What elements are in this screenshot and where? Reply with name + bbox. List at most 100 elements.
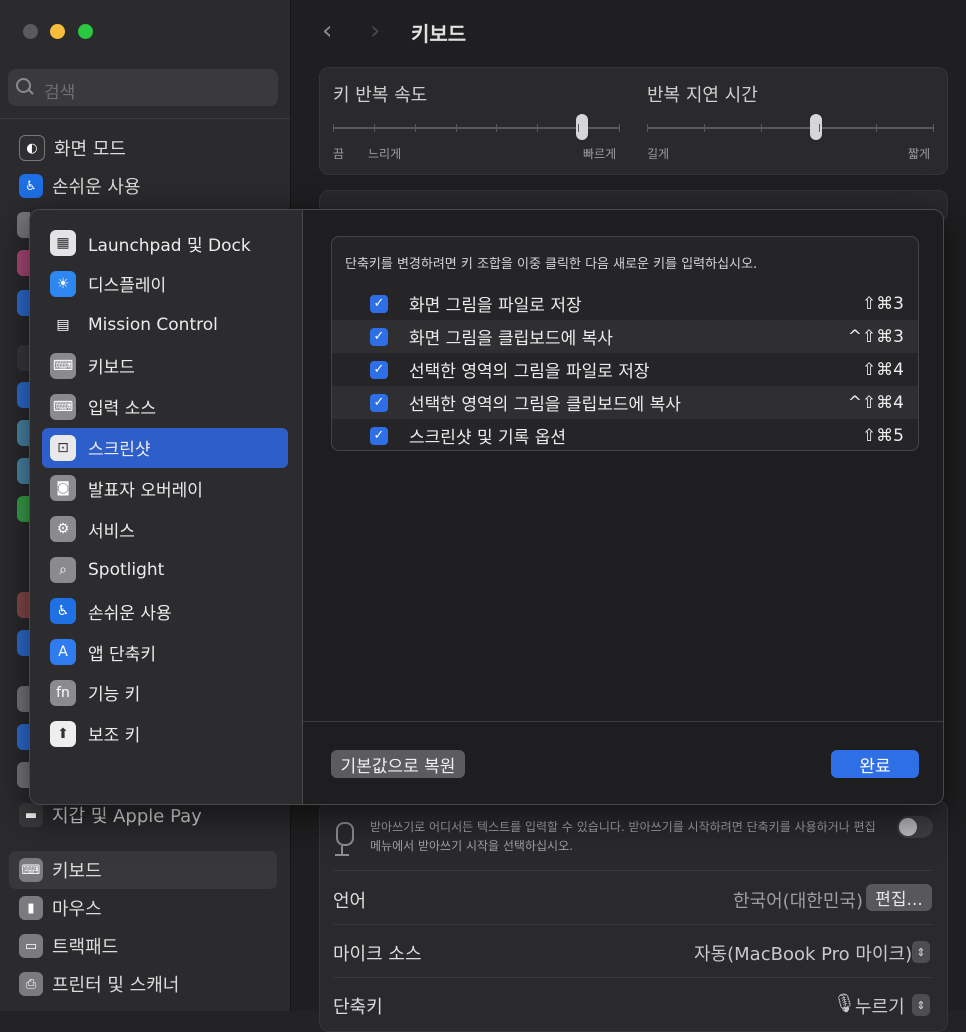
shortcuts-panel: 단축키를 변경하려면 키 조합을 이중 클릭한 다음 새로운 키를 입력하십시오… xyxy=(303,210,943,804)
category-item-accessibility[interactable]: ♿ 손쉬운 사용 xyxy=(42,591,288,631)
slider-tick xyxy=(537,124,539,132)
category-label: 발표자 오버레이 xyxy=(88,480,203,501)
dictation-shortcut-value[interactable]: 누르기 xyxy=(855,993,905,1019)
sidebar-divider xyxy=(0,118,290,119)
category-label: Launchpad 및 Dock xyxy=(88,235,251,256)
sidebar-item-label: 프린터 및 스캐너 xyxy=(52,975,180,996)
fn-icon: fn xyxy=(50,679,76,706)
shortcuts-hint: 단축키를 변경하려면 키 조합을 이중 클릭한 다음 새로운 키를 입력하십시오… xyxy=(345,257,758,272)
dictation-toggle[interactable] xyxy=(897,816,933,838)
sidebar-item-label: 손쉬운 사용 xyxy=(52,177,141,198)
shortcut-key-combo[interactable]: ⇧⌘3 xyxy=(862,294,904,314)
slider-label-slow: 느리게 xyxy=(368,147,402,161)
category-item-modifier-keys[interactable]: ⬆ 보조 키 xyxy=(42,714,288,754)
sidebar-item-mouse[interactable]: ▮ 마우스 xyxy=(19,895,102,921)
zoom-window-button[interactable] xyxy=(78,24,93,39)
slider-tick xyxy=(414,124,416,132)
category-label: 손쉬운 사용 xyxy=(88,603,172,624)
dictation-description: 받아쓰기로 어디서든 텍스트를 입력할 수 있습니다. 받아쓰기를 시작하려면 … xyxy=(370,820,876,853)
shortcut-key-combo[interactable]: ⇧⌘5 xyxy=(862,426,904,446)
minimize-window-button[interactable] xyxy=(50,24,65,39)
shortcut-key-combo[interactable]: ^⇧⌘3 xyxy=(848,327,904,347)
app-store-icon: A xyxy=(50,639,76,665)
slider-knob[interactable] xyxy=(809,114,822,140)
repeat-delay-title: 반복 지연 시간 xyxy=(647,85,758,106)
slider-tick xyxy=(875,124,877,132)
input-sources-icon: ⌨ xyxy=(50,393,76,420)
language-value: 한국어(대한민국) xyxy=(733,891,863,912)
back-button[interactable]: ‹ xyxy=(322,16,332,46)
services-icon: ⚙ xyxy=(50,516,76,543)
slider-tick xyxy=(619,124,620,132)
slider-tick xyxy=(647,124,648,132)
category-item-display[interactable]: ☀ 디스플레이 xyxy=(42,264,288,304)
shortcut-checkbox[interactable]: ✓ xyxy=(370,327,388,346)
shortcut-label: 스크린샷 및 기록 옵션 xyxy=(409,428,566,448)
display-icon: ☀ xyxy=(50,270,76,297)
shortcut-row[interactable]: ✓ 화면 그림을 파일로 저장 ⇧⌘3 xyxy=(332,287,918,320)
done-button[interactable]: 완료 xyxy=(831,750,919,778)
shortcut-label: 선택한 영역의 그림을 클립보드에 복사 xyxy=(409,395,681,415)
sidebar-item-accessibility[interactable]: ♿ 손쉬운 사용 xyxy=(19,173,141,199)
category-item-spotlight[interactable]: ⌕ Spotlight xyxy=(42,550,288,590)
edit-language-button[interactable]: 편집... xyxy=(866,884,932,911)
category-item-services[interactable]: ⚙ 서비스 xyxy=(42,509,288,549)
restore-defaults-button[interactable]: 기본값으로 복원 xyxy=(331,750,465,778)
launchpad-icon: ▦ xyxy=(50,230,76,256)
category-item-app-store[interactable]: A 앱 단축키 xyxy=(42,632,288,672)
shortcut-categories-list: ▦ Launchpad 및 Dock ☀ 디스플레이 ▤ Mission Control ⌨… xyxy=(30,210,303,804)
category-label: 입력 소스 xyxy=(88,399,156,420)
shortcut-checkbox[interactable]: ✓ xyxy=(370,360,388,379)
shortcut-row[interactable]: ✓ 선택한 영역의 그림을 파일로 저장 ⇧⌘4 xyxy=(332,353,918,386)
slider-tick xyxy=(818,124,820,132)
dictation-shortcut-chevron-icon[interactable]: ⇕ xyxy=(912,994,930,1016)
shortcut-row[interactable]: ✓ 선택한 영역의 그림을 클립보드에 복사 ^⇧⌘4 xyxy=(332,386,918,419)
sidebar-item-appearance[interactable]: ◐ 화면 모드 xyxy=(19,135,126,161)
shortcut-checkbox[interactable]: ✓ xyxy=(370,294,388,313)
category-item-launchpad[interactable]: ▦ Launchpad 및 Dock xyxy=(42,223,288,263)
shortcut-row[interactable]: ✓ 화면 그림을 클립보드에 복사 ^⇧⌘3 xyxy=(332,320,918,353)
forward-button[interactable]: › xyxy=(370,16,380,46)
key-repeat-title: 키 반복 속도 xyxy=(333,85,428,106)
category-item-fn[interactable]: fn 기능 키 xyxy=(42,673,288,713)
search-field[interactable]: 검색 xyxy=(8,69,278,106)
slider-label-fast: 빠르게 xyxy=(583,147,617,161)
printer-icon: ⎙ xyxy=(19,972,43,996)
screenshot-icon: ⊡ xyxy=(50,434,76,461)
shortcut-label: 화면 그림을 클립보드에 복사 xyxy=(409,329,613,349)
shortcut-key-combo[interactable]: ⇧⌘4 xyxy=(862,360,904,380)
sidebar-item-keyboard[interactable]: ⌨ 키보드 xyxy=(19,857,102,883)
mic-source-value[interactable]: 자동(MacBook Pro 마이크) xyxy=(694,940,912,966)
category-item-mission-control[interactable]: ▤ Mission Control xyxy=(42,305,288,345)
category-label: 기능 키 xyxy=(88,685,141,706)
shortcut-row[interactable]: ✓ 스크린샷 및 기록 옵션 ⇧⌘5 xyxy=(332,419,918,452)
sidebar-item-label: 지갑 및 Apple Pay xyxy=(52,806,202,827)
category-label: 서비스 xyxy=(88,521,135,542)
shortcut-checkbox[interactable]: ✓ xyxy=(370,393,388,412)
category-item-keyboard[interactable]: ⌨ 키보드 xyxy=(42,346,288,386)
sidebar-item-wallet[interactable]: ▬ 지갑 및 Apple Pay xyxy=(19,802,202,828)
category-item-screenshot[interactable]: ⊡ 스크린샷 xyxy=(42,427,288,468)
sidebar-item-label: 키보드 xyxy=(52,861,102,882)
wallet-icon: ▬ xyxy=(19,803,43,827)
slider-label-off: 끔 xyxy=(333,147,345,161)
category-label: Mission Control xyxy=(88,314,218,335)
slider-tick xyxy=(496,124,498,132)
row-divider xyxy=(333,924,933,925)
category-item-input-sources[interactable]: ⌨ 입력 소스 xyxy=(42,387,288,427)
slider-tick xyxy=(704,124,706,132)
slider-tick xyxy=(933,124,934,132)
category-item-presenter-overlay[interactable]: ◙ 발표자 오버레이 xyxy=(42,468,288,508)
accessibility-icon: ♿ xyxy=(50,598,76,625)
sidebar-item-printers[interactable]: ⎙ 프린터 및 스캐너 xyxy=(19,971,179,997)
category-label: 스크린샷 xyxy=(88,440,151,460)
footer-divider xyxy=(303,721,943,722)
mic-source-popup-chevron-icon[interactable]: ⇕ xyxy=(912,941,930,963)
shortcut-checkbox[interactable]: ✓ xyxy=(370,426,388,445)
sidebar-item-trackpad[interactable]: ▭ 트랙패드 xyxy=(19,933,118,959)
category-label: 보조 키 xyxy=(88,726,141,747)
keyboard-icon: ⌨ xyxy=(50,352,76,379)
slider-tick xyxy=(373,124,375,132)
shortcut-key-combo[interactable]: ^⇧⌘4 xyxy=(848,393,904,413)
close-window-button[interactable] xyxy=(23,24,38,39)
